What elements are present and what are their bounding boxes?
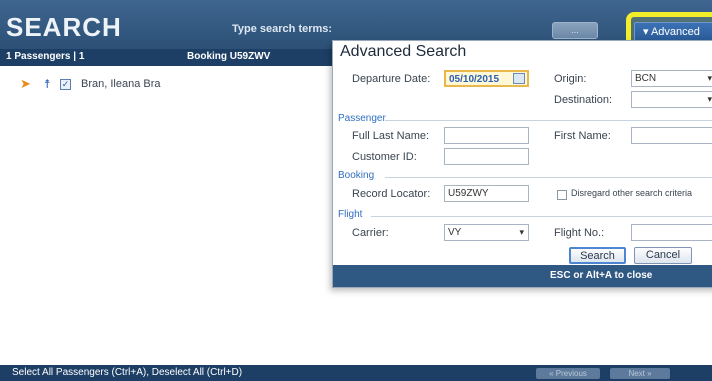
- record-locator-label: Record Locator:: [352, 188, 431, 200]
- search-screen: SEARCH Type search terms: ... ▾ Advanced…: [0, 0, 712, 381]
- advanced-search-dialog: Advanced Search Departure Date: 05/10/20…: [332, 40, 712, 288]
- departure-date-input[interactable]: 05/10/2015: [444, 70, 529, 87]
- bottom-bar: Select All Passengers (Ctrl+A), Deselect…: [0, 365, 712, 381]
- search-button[interactable]: Search: [569, 247, 626, 264]
- passenger-count: 1 Passengers | 1: [6, 51, 85, 62]
- flight-no-input[interactable]: [631, 224, 712, 241]
- page-title: SEARCH: [6, 12, 122, 42]
- origin-label: Origin:: [554, 73, 587, 85]
- section-flight: Flight: [333, 209, 712, 223]
- person-icon: ☨: [44, 77, 51, 91]
- dialog-footer: ESC or Alt+A to close: [333, 265, 712, 287]
- close-hint: ESC or Alt+A to close: [550, 270, 653, 281]
- section-passenger: Passenger: [333, 113, 712, 127]
- previous-button[interactable]: « Previous: [536, 368, 600, 379]
- carrier-value: VY: [448, 227, 462, 238]
- full-last-name-label: Full Last Name:: [352, 130, 430, 142]
- flight-no-label: Flight No.:: [554, 227, 605, 239]
- chevron-down-icon: ▾: [707, 73, 712, 83]
- departure-date-value: 05/10/2015: [449, 74, 500, 85]
- booking-label: Booking U59ZWV: [187, 51, 271, 62]
- origin-value: BCN: [635, 73, 657, 84]
- full-last-name-input[interactable]: [444, 127, 529, 144]
- origin-select[interactable]: BCN ▾: [631, 70, 712, 87]
- passenger-checkbox[interactable]: ✓: [60, 79, 71, 90]
- first-name-input[interactable]: [631, 127, 712, 144]
- cancel-button[interactable]: Cancel: [634, 247, 692, 264]
- filter-button[interactable]: ...: [552, 22, 598, 39]
- arrow-icon: ➤: [20, 76, 31, 91]
- destination-select[interactable]: ▾: [631, 91, 712, 108]
- disregard-label: Disregard other search criteria: [571, 188, 693, 198]
- dialog-title: Advanced Search: [340, 43, 467, 60]
- customer-id-label: Customer ID:: [352, 151, 417, 163]
- passenger-name: Bran, Ileana Bra: [81, 78, 161, 90]
- record-locator-value: U59ZWY: [448, 188, 489, 199]
- advanced-button[interactable]: ▾ Advanced: [634, 22, 712, 42]
- record-locator-input[interactable]: U59ZWY: [444, 185, 529, 202]
- passenger-row[interactable]: ➤ ☨ ✓ Bran, Ileana Bra: [0, 77, 300, 93]
- section-booking: Booking: [333, 170, 712, 184]
- carrier-label: Carrier:: [352, 227, 389, 239]
- calendar-icon[interactable]: [513, 73, 525, 84]
- next-button[interactable]: Next »: [610, 368, 670, 379]
- search-hint: Type search terms:: [232, 23, 333, 35]
- disregard-checkbox[interactable]: [557, 190, 567, 200]
- carrier-select[interactable]: VY ▾: [444, 224, 529, 241]
- selection-hint: Select All Passengers (Ctrl+A), Deselect…: [12, 367, 243, 378]
- passenger-subheader: 1 Passengers | 1 Booking U59ZWV: [0, 49, 332, 66]
- departure-date-label: Departure Date:: [352, 73, 431, 85]
- chevron-down-icon: ▾: [707, 94, 712, 104]
- first-name-label: First Name:: [554, 130, 611, 142]
- chevron-down-icon: ▾: [519, 227, 524, 237]
- customer-id-input[interactable]: [444, 148, 529, 165]
- destination-label: Destination:: [554, 94, 613, 106]
